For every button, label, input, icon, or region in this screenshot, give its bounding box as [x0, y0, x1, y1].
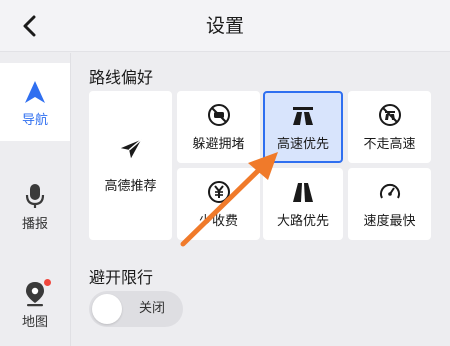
back-button[interactable]: [16, 12, 44, 40]
paper-plane-icon: [119, 137, 143, 161]
main-road-icon: [291, 180, 315, 204]
navigation-arrow-icon: [22, 79, 48, 105]
option-label: 不走高速: [363, 136, 416, 152]
notification-badge: [44, 279, 51, 286]
option-label: 大路优先: [276, 213, 329, 229]
avoid-congestion-icon: [207, 103, 231, 127]
avoid-restrictions-toggle[interactable]: 关闭: [89, 291, 183, 327]
sidebar: 导航 播报 地图: [0, 53, 70, 346]
header-bar: 设置: [0, 0, 450, 52]
toggle-knob: [92, 294, 122, 324]
no-highway-icon: [378, 103, 402, 127]
sidebar-item-label: 地图: [21, 315, 48, 330]
yuan-coin-icon: [207, 180, 231, 204]
route-preferences-title: 路线偏好: [89, 68, 154, 87]
option-label: 少收费: [198, 213, 238, 229]
option-label: 速度最快: [363, 213, 416, 229]
toggle-state-label: 关闭: [139, 301, 166, 316]
sidebar-item-navigation[interactable]: 导航: [0, 63, 70, 141]
microphone-icon: [22, 183, 48, 209]
option-avoid-congestion[interactable]: 躲避拥堵: [177, 91, 260, 163]
option-label: 躲避拥堵: [192, 136, 245, 152]
option-label: 高德推荐: [104, 179, 157, 194]
speedometer-icon: [378, 180, 402, 204]
option-main-road-first[interactable]: 大路优先: [263, 168, 343, 240]
sidebar-item-broadcast[interactable]: 播报: [0, 173, 70, 243]
option-less-toll[interactable]: 少收费: [177, 168, 260, 240]
highway-icon: [291, 103, 315, 127]
option-amap-recommend[interactable]: 高德推荐: [89, 91, 172, 240]
sidebar-divider: [70, 53, 71, 346]
sidebar-item-label: 导航: [21, 113, 48, 128]
option-no-highway[interactable]: 不走高速: [348, 91, 431, 163]
sidebar-item-map[interactable]: 地图: [0, 275, 70, 345]
option-highway-first[interactable]: 高速优先: [263, 91, 343, 163]
map-pin-icon: [22, 279, 51, 307]
back-chevron-icon: [23, 15, 36, 37]
sidebar-item-label: 播报: [21, 217, 48, 232]
option-label: 高速优先: [276, 136, 329, 152]
option-fastest[interactable]: 速度最快: [348, 168, 431, 240]
avoid-restrictions-title: 避开限行: [89, 268, 154, 287]
page-title: 设置: [205, 15, 244, 37]
